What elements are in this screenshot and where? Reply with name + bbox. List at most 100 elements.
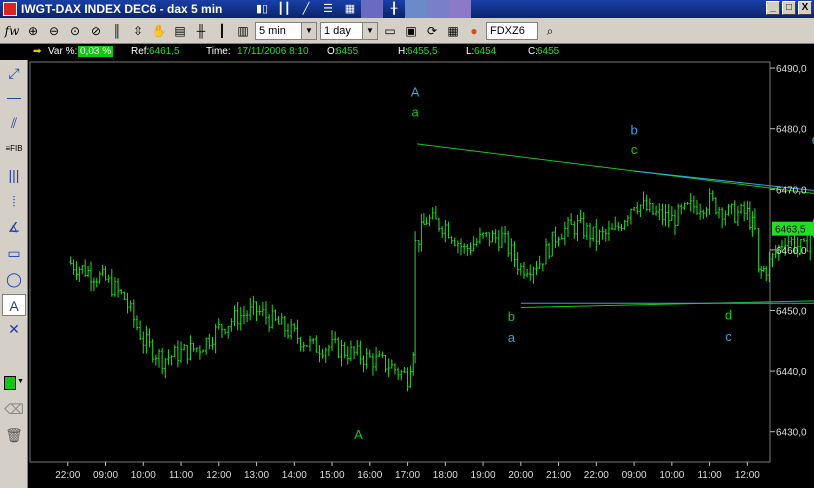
open-value: 6455 (336, 46, 359, 57)
x-tick-label: 11:00 (169, 470, 194, 481)
horizontal-line-icon[interactable]: — (2, 86, 26, 108)
period-select[interactable]: 1 day ▼ (320, 21, 378, 40)
wave-label: c (725, 329, 732, 344)
x-tick-label: 10:00 (659, 470, 684, 481)
title-bar: IWGT-DAX INDEX DEC6 - dax 5 min ▮▯ ┃┃ ╱ … (0, 0, 814, 18)
open-icon[interactable]: ▭ (381, 22, 399, 40)
x-tick-label: 16:00 (357, 470, 382, 481)
y-tick-label: 6480,0 (776, 125, 807, 136)
zoom-fit-icon[interactable]: ⊙ (66, 22, 84, 40)
x-tick-label: 09:00 (622, 470, 647, 481)
channel-icon[interactable]: ⫽ (2, 112, 26, 134)
wave-label: b (630, 123, 637, 138)
save-icon[interactable]: ▣ (402, 22, 420, 40)
zoom-reset-icon[interactable]: ⊘ (87, 22, 105, 40)
y-tick-label: 6450,0 (776, 306, 807, 317)
price-chart[interactable]: Aabcde=Bbadce=BA 6490,06480,06470,06460,… (28, 60, 814, 488)
rectangle-icon[interactable]: ▭ (2, 242, 26, 264)
y-tick-label: 6430,0 (776, 428, 807, 439)
wave-label: A (354, 427, 363, 442)
time-label: Time: (206, 46, 231, 57)
app-icon (3, 2, 17, 16)
price-series (69, 188, 814, 392)
y-tick-label: 6470,0 (776, 185, 807, 196)
bar-chart-icon[interactable]: ▮▯ (251, 0, 273, 18)
x-tick-label: 18:00 (433, 470, 458, 481)
chevron-down-icon[interactable]: ▼ (17, 378, 24, 385)
info-bar: ➡ Var %: 0,03 % Ref: 6461,5 Time: 17/11/… (0, 44, 814, 60)
wave-label: c (631, 142, 638, 157)
print-icon[interactable]: ▤ (171, 22, 189, 40)
color-band-lilac (449, 0, 471, 18)
calendar-icon[interactable]: ▦ (444, 22, 462, 40)
toolbar: fw ⊕ ⊖ ⊙ ⊘ ║ ⇳ ✋ ▤ ╫ ┃ ▥ 5 min ▼ 1 day ▼… (0, 18, 814, 44)
list-icon[interactable]: ☰ (317, 0, 339, 18)
plot-frame (29, 61, 771, 463)
drawing-tools: ⤢ — ⫽ ≡FIB ||| ⦙ ∡ ▭ ◯ A ✕ ▼ ⌫ 🗑 (0, 60, 28, 488)
x-tick-label: 09:00 (93, 470, 118, 481)
x-tick-label: 22:00 (55, 470, 80, 481)
fibonacci-icon[interactable]: ≡FIB (2, 138, 26, 160)
ohlc-icon[interactable]: ╫ (192, 22, 210, 40)
refresh-icon[interactable]: ⟳ (423, 22, 441, 40)
candlestick-icon[interactable]: ┃ (213, 22, 231, 40)
low-value: 6454 (474, 46, 497, 57)
x-tick-label: 20:00 (508, 470, 533, 481)
ref-value: 6461,5 (149, 46, 180, 57)
time-value: 17/11/2006 8:10 (237, 46, 309, 57)
x-tick-label: 12:00 (206, 470, 231, 481)
zoom-in-icon[interactable]: ⊕ (24, 22, 42, 40)
zoom-out-icon[interactable]: ⊖ (45, 22, 63, 40)
grid (29, 61, 771, 463)
minimize-button[interactable]: _ (766, 1, 780, 15)
hand-icon[interactable]: ✋ (150, 22, 168, 40)
y-tick-label: 6490,0 (776, 64, 807, 75)
close-button[interactable]: X (798, 1, 812, 15)
arrow-right-icon: ➡ (33, 46, 42, 57)
pattern-icon[interactable]: ✕ (2, 318, 26, 340)
wave-labels: Aabcde=Bbadce=BA (354, 85, 814, 442)
x-tick-label: 14:00 (282, 470, 307, 481)
window-title: IWGT-DAX INDEX DEC6 - dax 5 min (21, 2, 223, 16)
vertical-lines-icon[interactable]: ||| (2, 164, 26, 186)
search-icon[interactable]: ⌕ (541, 22, 559, 40)
trendlines[interactable] (416, 110, 814, 431)
text-tool-icon[interactable]: A (2, 294, 26, 316)
x-tick-label: 22:00 (584, 470, 609, 481)
interval-value: 5 min (259, 24, 286, 37)
restore-button[interactable]: □ (782, 1, 796, 15)
cursor-icon[interactable]: ⇳ (129, 22, 147, 40)
arrow-line-icon[interactable]: ⤢ (2, 62, 26, 84)
line-chart-icon[interactable]: ╱ (295, 0, 317, 18)
symbol-input[interactable]: FDXZ6 (486, 21, 538, 40)
color-band-purple (361, 0, 383, 18)
chevron-down-icon[interactable]: ▼ (362, 22, 377, 39)
globe-icon[interactable]: ● (465, 22, 483, 40)
candle-chart-icon[interactable]: ┃┃ (273, 0, 295, 18)
y-tick-label: 6440,0 (776, 367, 807, 378)
eraser-icon[interactable]: ⌫ (2, 398, 26, 420)
fib-time-icon[interactable]: ⦙ (2, 190, 26, 212)
color-swatch[interactable] (4, 376, 16, 390)
x-tick-label: 13:00 (244, 470, 269, 481)
trash-icon[interactable]: 🗑 (2, 424, 26, 446)
wave-label: a (508, 330, 516, 345)
green-trendline (416, 143, 814, 195)
ellipse-icon[interactable]: ◯ (2, 268, 26, 290)
function-icon[interactable]: fw (3, 22, 21, 40)
chevron-down-icon[interactable]: ▼ (301, 22, 316, 39)
x-tick-label: 15:00 (320, 470, 345, 481)
wave-label: A (411, 85, 420, 100)
candles-icon[interactable]: ╂ (383, 0, 405, 18)
color-band-violet (427, 0, 449, 18)
x-tick-label: 19:00 (471, 470, 496, 481)
wave-label: a (411, 105, 419, 120)
fan-icon[interactable]: ∡ (2, 216, 26, 238)
table-icon[interactable]: ▥ (234, 22, 252, 40)
var-label: Var %: (48, 46, 78, 57)
x-tick-label: 12:00 (735, 470, 760, 481)
y-tick-label: 6460,0 (776, 246, 807, 257)
bars-icon[interactable]: ║ (108, 22, 126, 40)
interval-select[interactable]: 5 min ▼ (255, 21, 317, 40)
grid-icon[interactable]: ▦ (339, 0, 361, 18)
